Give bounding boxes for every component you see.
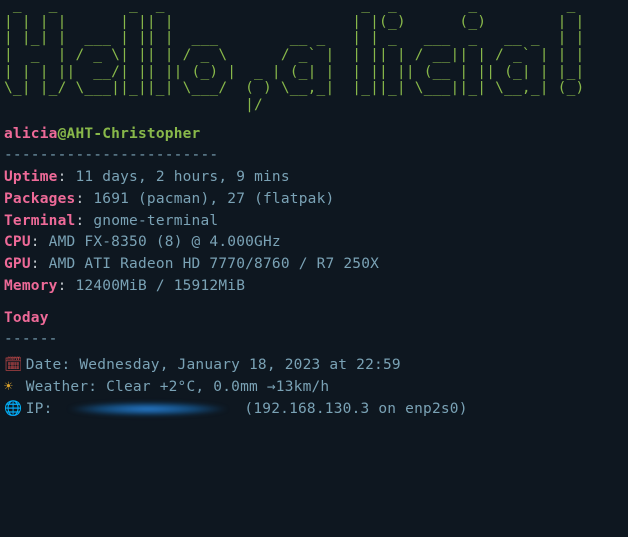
date-text: Date: Wednesday, January 18, 2023 at 22:… bbox=[26, 357, 401, 373]
ip-redacted bbox=[63, 402, 233, 416]
weather-text: Weather: Clear +2°C, 0.0mm →13km/h bbox=[26, 379, 330, 395]
user-host-line: alicia@AHT-Christopher bbox=[4, 124, 624, 146]
ip-prefix: IP: bbox=[26, 401, 62, 417]
memory-value: 12400MiB / 15912MiB bbox=[75, 278, 245, 294]
ip-rest: (192.168.130.3 on enp2s0) bbox=[235, 401, 467, 417]
packages-value: 1691 (pacman), 27 (flatpak) bbox=[93, 191, 334, 207]
info-gpu: GPU: AMD ATI Radeon HD 7770/8760 / R7 25… bbox=[4, 254, 624, 276]
packages-label: Packages bbox=[4, 191, 75, 207]
info-cpu: CPU: AMD FX-8350 (8) @ 4.000GHz bbox=[4, 232, 624, 254]
cpu-value: AMD FX-8350 (8) @ 4.000GHz bbox=[49, 234, 281, 250]
today-weather: ☀Weather: Clear +2°C, 0.0mm →13km/h bbox=[4, 377, 624, 399]
gpu-value: AMD ATI Radeon HD 7770/8760 / R7 250X bbox=[49, 256, 379, 272]
ascii-banner: _ _ _ _ _ _ _ _ | | | | | || | | |(_) (_… bbox=[4, 0, 624, 114]
gpu-label: GPU bbox=[4, 256, 31, 272]
today-ip: 🌐IP: (192.168.130.3 on enp2s0) bbox=[4, 399, 624, 421]
terminal-output: _ _ _ _ _ _ _ _ | | | | | || | | |(_) (_… bbox=[0, 0, 628, 420]
info-uptime: Uptime: 11 days, 2 hours, 9 mins bbox=[4, 167, 624, 189]
sun-icon: ☀ bbox=[4, 377, 26, 399]
cpu-label: CPU bbox=[4, 234, 31, 250]
at-sign: @ bbox=[58, 126, 67, 142]
globe-icon: 🌐 bbox=[4, 399, 26, 421]
info-terminal: Terminal: gnome-terminal bbox=[4, 211, 624, 233]
info-memory: Memory: 12400MiB / 15912MiB bbox=[4, 276, 624, 298]
uptime-label: Uptime bbox=[4, 169, 58, 185]
uptime-value: 11 days, 2 hours, 9 mins bbox=[75, 169, 289, 185]
today-date: 🗓Date: Wednesday, January 18, 2023 at 22… bbox=[4, 355, 624, 377]
today-separator: ------ bbox=[4, 329, 624, 351]
terminal-value: gnome-terminal bbox=[93, 213, 218, 229]
ascii-art: _ _ _ _ _ _ _ _ | | | | | || | | |(_) (_… bbox=[4, 0, 624, 114]
hostname: AHT-Christopher bbox=[67, 126, 201, 142]
info-packages: Packages: 1691 (pacman), 27 (flatpak) bbox=[4, 189, 624, 211]
calendar-icon: 🗓 bbox=[4, 355, 26, 377]
today-heading: Today bbox=[4, 308, 624, 330]
host-separator: ------------------------ bbox=[4, 145, 624, 167]
username: alicia bbox=[4, 126, 58, 142]
terminal-label: Terminal bbox=[4, 213, 75, 229]
memory-label: Memory bbox=[4, 278, 58, 294]
